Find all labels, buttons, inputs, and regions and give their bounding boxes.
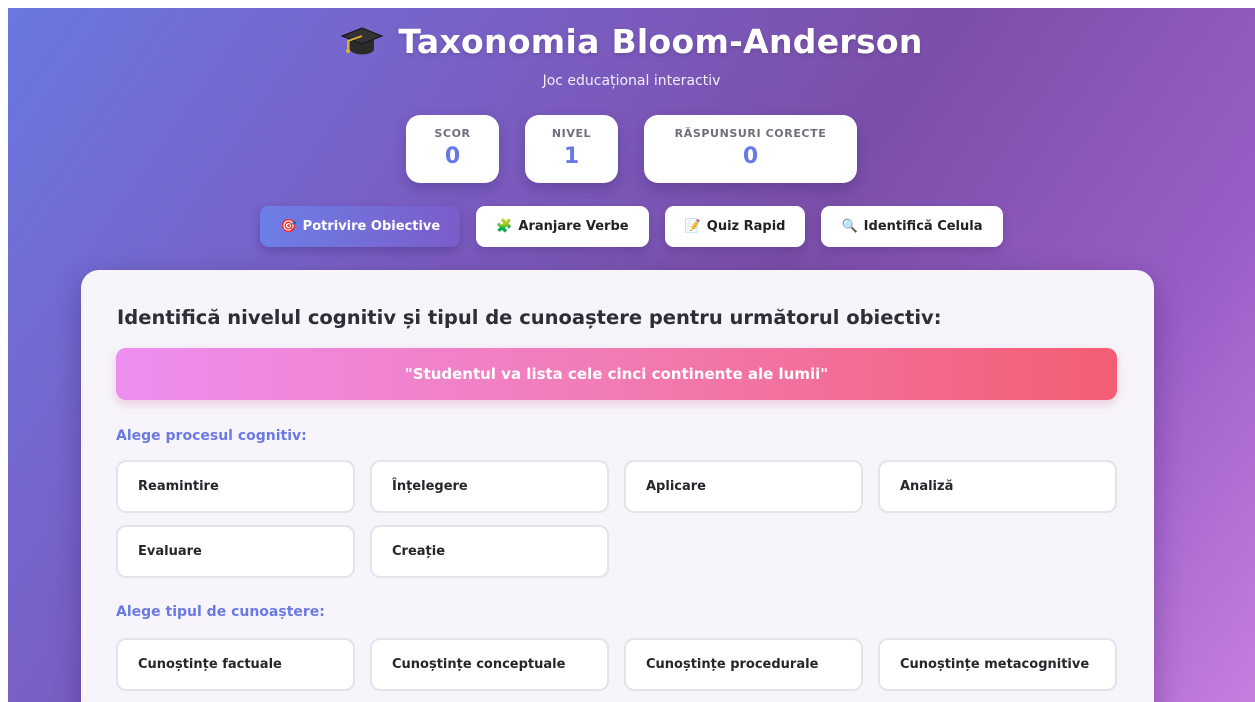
header: Taxonomia Bloom-Anderson Joc educațional… (8, 22, 1255, 89)
option-evaluare[interactable]: Evaluare (116, 525, 355, 578)
magnifier-icon: 🔍 (841, 219, 858, 234)
option-metacognitive[interactable]: Cunoștințe metacognitive (878, 638, 1117, 691)
option-conceptual[interactable]: Cunoștințe conceptuale (370, 638, 609, 691)
cognitive-process-options: Reamintire Înțelegere Aplicare Analiză E… (116, 460, 1117, 578)
correct-answers-label: RĂSPUNSURI CORECTE (674, 127, 827, 140)
game-card: Identifică nivelul cognitiv și tipul de … (81, 270, 1154, 702)
option-intelegere[interactable]: Înțelegere (370, 460, 609, 513)
option-reamintire[interactable]: Reamintire (116, 460, 355, 513)
knowledge-type-options: Cunoștințe factuale Cunoștințe conceptua… (116, 638, 1117, 691)
stats-bar: SCOR 0 NIVEL 1 RĂSPUNSURI CORECTE 0 (8, 115, 1255, 183)
cognitive-process-label: Alege procesul cognitiv: (116, 428, 307, 444)
option-analiza[interactable]: Analiză (878, 460, 1117, 513)
tab-potrivire-obiective[interactable]: 🎯 Potrivire Obiective (260, 206, 461, 247)
level-label: NIVEL (551, 127, 592, 140)
tab-label: Potrivire Obiective (302, 219, 441, 234)
option-creatie[interactable]: Creație (370, 525, 609, 578)
tab-identifica-celula[interactable]: 🔍 Identifică Celula (821, 206, 1003, 247)
score-value: 0 (444, 144, 461, 169)
option-aplicare[interactable]: Aplicare (624, 460, 863, 513)
correct-answers-stat: RĂSPUNSURI CORECTE 0 (644, 115, 857, 183)
tab-quiz-rapid[interactable]: 📝 Quiz Rapid (664, 206, 806, 247)
score-label: SCOR (434, 127, 471, 140)
memo-icon: 📝 (684, 219, 701, 234)
option-procedural[interactable]: Cunoștințe procedurale (624, 638, 863, 691)
app-subtitle: Joc educațional interactiv (542, 72, 721, 89)
target-icon: 🎯 (280, 219, 297, 234)
objective-banner: "Studentul va lista cele cinci continent… (116, 348, 1117, 400)
puzzle-icon: 🧩 (496, 219, 513, 234)
tab-label: Aranjare Verbe (518, 219, 629, 234)
game-mode-tabs: 🎯 Potrivire Obiective 🧩 Aranjare Verbe 📝… (8, 206, 1255, 247)
tab-label: Quiz Rapid (706, 219, 786, 234)
app-background: Taxonomia Bloom-Anderson Joc educațional… (8, 8, 1255, 702)
level-value: 1 (563, 144, 580, 169)
score-stat: SCOR 0 (406, 115, 499, 183)
app-title-text: Taxonomia Bloom-Anderson (398, 22, 923, 61)
level-stat: NIVEL 1 (525, 115, 618, 183)
tab-label: Identifică Celula (863, 219, 983, 234)
tab-aranjare-verbe[interactable]: 🧩 Aranjare Verbe (476, 206, 649, 247)
app-title: Taxonomia Bloom-Anderson (340, 22, 922, 61)
correct-answers-value: 0 (742, 144, 759, 169)
objective-text: "Studentul va lista cele cinci continent… (404, 365, 829, 383)
graduation-cap-icon (340, 26, 384, 54)
knowledge-type-label: Alege tipul de cunoaștere: (116, 604, 325, 620)
question-heading: Identifică nivelul cognitiv și tipul de … (117, 306, 942, 329)
option-factual[interactable]: Cunoștințe factuale (116, 638, 355, 691)
